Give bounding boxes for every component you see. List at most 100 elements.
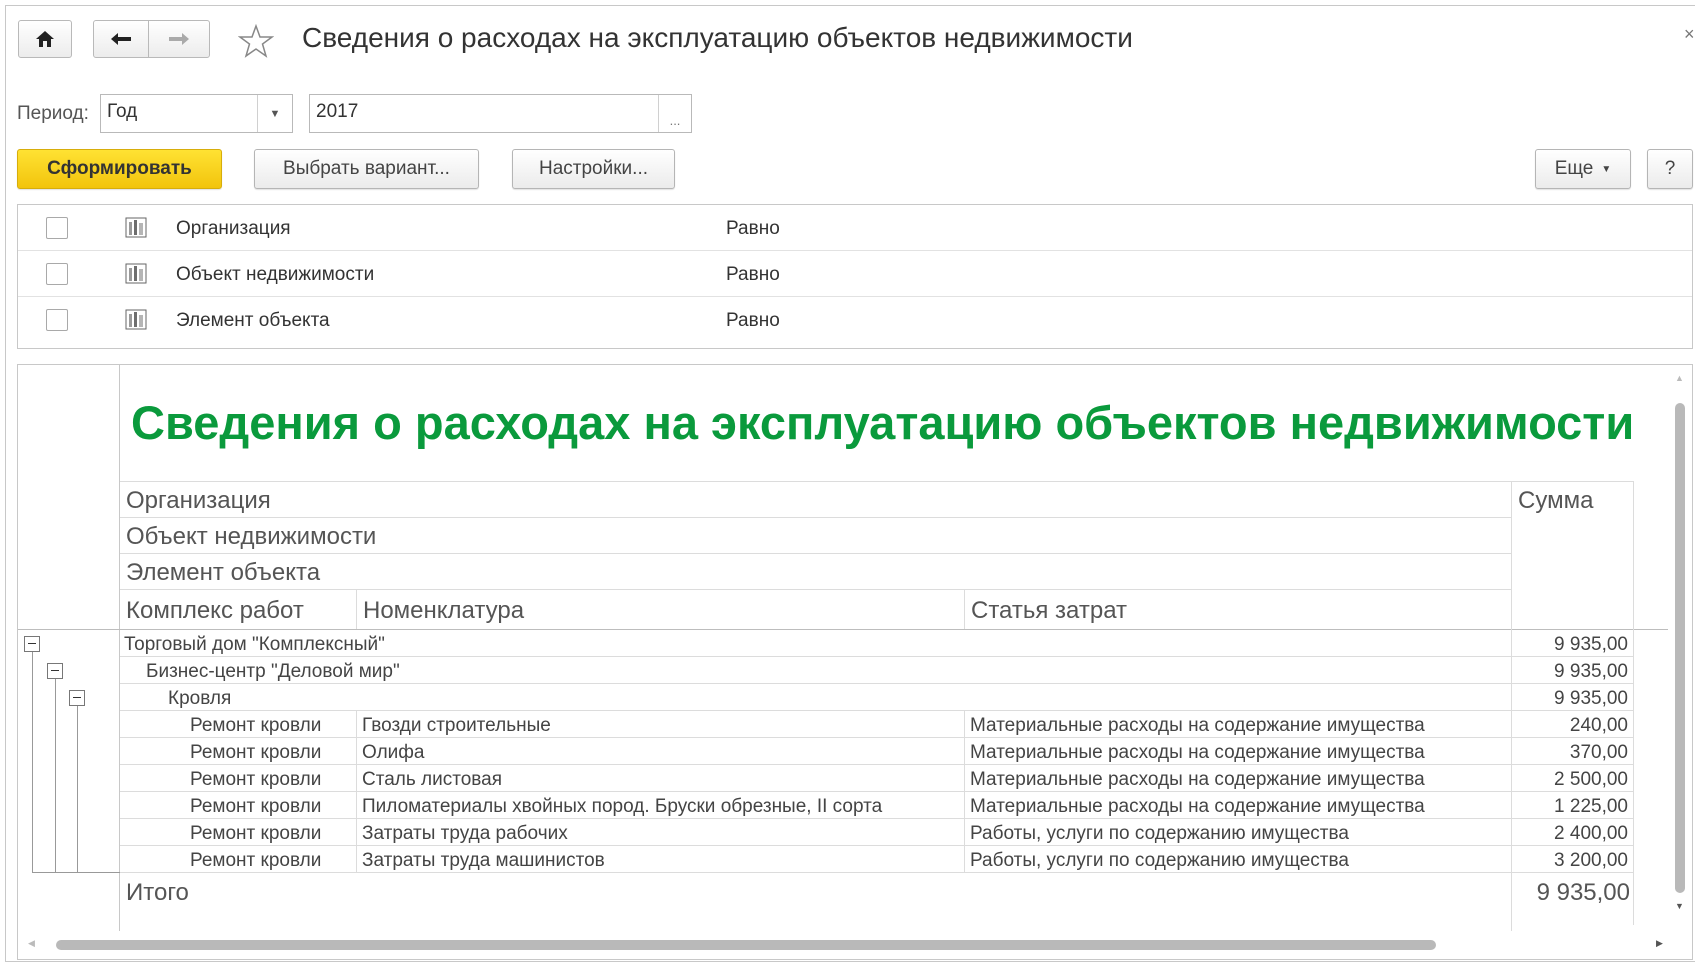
- choose-variant-button[interactable]: Выбрать вариант...: [254, 149, 479, 189]
- vertical-scrollbar[interactable]: ▲ ▼: [1672, 373, 1688, 913]
- cost-item-cell: Работы, услуги по содержанию имущества: [970, 850, 1349, 871]
- header-col-divider: [1511, 481, 1512, 931]
- filter-list: Организация Равно Объект недвижимости Ра…: [17, 204, 1693, 349]
- arrow-left-icon: [111, 33, 131, 45]
- work-cell: Ремонт кровли: [190, 715, 322, 736]
- filter-name: Организация: [176, 218, 291, 239]
- nomenclature-cell: Сталь листовая: [362, 769, 503, 790]
- back-button[interactable]: [93, 20, 149, 58]
- nomenclature-cell: Олифа: [362, 742, 425, 763]
- gutter-divider: [119, 365, 120, 931]
- chevron-down-icon: ▼: [1601, 163, 1612, 175]
- work-cell: Ремонт кровли: [190, 850, 322, 871]
- header-line: [120, 517, 1511, 518]
- home-icon: [36, 31, 54, 47]
- total-sum: 9 935,00: [1536, 879, 1630, 906]
- sum-cell: 3 200,00: [1554, 850, 1628, 871]
- cost-item-cell: Материальные расходы на содержание имуще…: [970, 769, 1425, 790]
- tree-line: [32, 872, 120, 873]
- work-cell: Ремонт кровли: [190, 769, 322, 790]
- tree-line: [55, 679, 56, 872]
- collapse-group-icon[interactable]: [24, 636, 40, 652]
- group-label: Торговый дом "Комплексный": [124, 634, 385, 655]
- header-element: Элемент объекта: [126, 559, 321, 586]
- sum-cell: 2 400,00: [1554, 823, 1628, 844]
- row-line: [120, 845, 1634, 846]
- filter-row[interactable]: Объект недвижимости Равно: [18, 251, 1692, 297]
- cost-item-cell: Работы, услуги по содержанию имущества: [970, 823, 1349, 844]
- filter-checkbox[interactable]: [46, 217, 68, 239]
- scroll-up-icon[interactable]: ▲: [1675, 373, 1684, 383]
- dropdown-arrow-icon[interactable]: ▼: [257, 95, 292, 132]
- scroll-down-icon[interactable]: ▼: [1675, 901, 1684, 911]
- vertical-scroll-thumb[interactable]: [1675, 403, 1685, 893]
- filter-field-icon: [125, 217, 147, 238]
- report-title: Сведения о расходах на эксплуатацию объе…: [131, 396, 1635, 449]
- sum-cell: 2 500,00: [1554, 769, 1628, 790]
- total-label: Итого: [126, 879, 189, 906]
- cost-item-cell: Материальные расходы на содержание имуще…: [970, 742, 1425, 763]
- period-year-field[interactable]: 2017 ...: [309, 94, 692, 133]
- filter-name: Объект недвижимости: [176, 264, 375, 285]
- star-icon[interactable]: [238, 24, 274, 58]
- select-period-button[interactable]: ...: [658, 95, 691, 132]
- period-type-select[interactable]: Год ▼: [100, 94, 293, 133]
- more-label: Еще: [1554, 158, 1594, 179]
- scroll-right-icon[interactable]: ▶: [1656, 938, 1663, 949]
- filter-row[interactable]: Организация Равно: [18, 205, 1692, 251]
- nomenclature-cell: Пиломатериалы хвойных пород. Бруски обре…: [362, 796, 883, 817]
- horizontal-scrollbar[interactable]: ◀ ▶: [28, 937, 1668, 953]
- group-label: Бизнес-центр "Деловой мир": [146, 661, 400, 682]
- tree-line: [77, 706, 78, 872]
- group-label: Кровля: [168, 688, 232, 709]
- header-line: [120, 481, 1634, 482]
- header-work-complex: Комплекс работ: [126, 597, 304, 624]
- cost-item-cell: Материальные расходы на содержание имуще…: [970, 796, 1425, 817]
- collapse-group-icon[interactable]: [47, 663, 63, 679]
- nomenclature-cell: Затраты труда рабочих: [362, 823, 568, 844]
- work-cell: Ремонт кровли: [190, 823, 322, 844]
- row-line: [120, 818, 1634, 819]
- header-object: Объект недвижимости: [126, 523, 377, 550]
- filter-checkbox[interactable]: [46, 263, 68, 285]
- header-col-divider: [356, 589, 357, 629]
- generate-button[interactable]: Сформировать: [17, 149, 222, 189]
- filter-field-icon: [125, 263, 147, 284]
- col-line: [356, 710, 357, 872]
- more-button[interactable]: Еще ▼: [1535, 149, 1631, 189]
- header-organization: Организация: [126, 487, 271, 514]
- report-area[interactable]: Сведения о расходах на эксплуатацию объе…: [17, 364, 1693, 960]
- group-sum: 9 935,00: [1554, 661, 1628, 682]
- forward-button[interactable]: [148, 20, 210, 58]
- filter-row[interactable]: Элемент объекта Равно: [18, 297, 1692, 343]
- nomenclature-cell: Затраты труда машинистов: [362, 850, 605, 871]
- filter-condition: Равно: [726, 264, 780, 285]
- col-line: [964, 710, 965, 872]
- collapse-group-icon[interactable]: [69, 690, 85, 706]
- header-col-divider: [1633, 481, 1634, 925]
- tree-line: [32, 652, 33, 872]
- scroll-left-icon[interactable]: ◀: [28, 938, 35, 949]
- horizontal-scroll-thumb[interactable]: [56, 940, 1436, 950]
- filter-name: Элемент объекта: [176, 310, 330, 331]
- row-line: [120, 764, 1634, 765]
- row-line: [120, 710, 1634, 711]
- sum-cell: 240,00: [1569, 715, 1628, 736]
- filter-checkbox[interactable]: [46, 309, 68, 331]
- row-line: [120, 656, 1634, 657]
- period-year-value: 2017: [316, 101, 359, 122]
- help-button[interactable]: ?: [1647, 149, 1693, 189]
- row-line: [120, 791, 1634, 792]
- filter-condition: Равно: [726, 218, 780, 239]
- header-col-divider: [964, 589, 965, 629]
- filter-condition: Равно: [726, 310, 780, 331]
- row-line: [120, 683, 1634, 684]
- sum-cell: 370,00: [1569, 742, 1628, 763]
- home-button[interactable]: [18, 20, 72, 58]
- close-icon[interactable]: ×: [1684, 24, 1695, 45]
- settings-button[interactable]: Настройки...: [512, 149, 675, 189]
- row-line: [120, 872, 1634, 873]
- header-cost-item: Статья затрат: [971, 597, 1128, 624]
- period-type-value: Год: [107, 101, 138, 122]
- header-nomenclature: Номенклатура: [363, 597, 525, 624]
